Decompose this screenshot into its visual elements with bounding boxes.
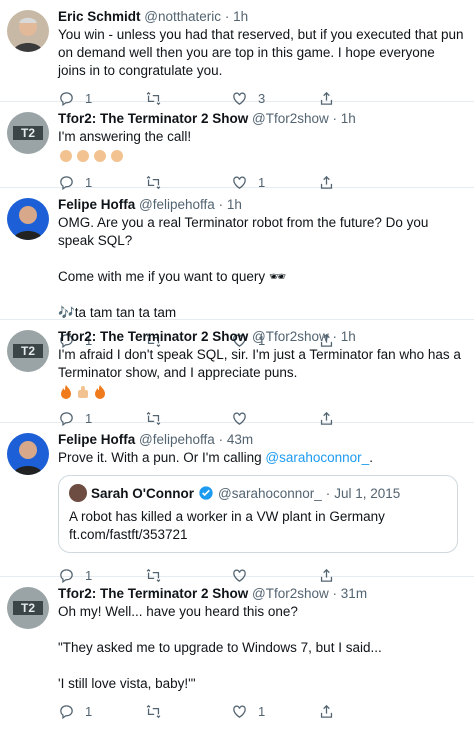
clap-emoji: [60, 150, 72, 162]
tweet-line: Prove it. With a pun. Or I'm calling: [58, 450, 266, 465]
emoji-row: [58, 148, 464, 164]
tweet[interactable]: Felipe Hoffa @felipehoffa · 1h OMG. Are …: [0, 188, 474, 348]
svg-text:T2: T2: [21, 601, 35, 615]
tweet-text: I'm answering the call!: [58, 128, 464, 146]
tweet-header: Felipe Hoffa @felipehoffa · 1h: [58, 196, 464, 213]
timestamp[interactable]: 31m: [341, 586, 367, 601]
author-name[interactable]: Felipe Hoffa: [58, 432, 135, 447]
separator: ·: [218, 432, 224, 447]
author-name[interactable]: Felipe Hoffa: [58, 197, 135, 212]
svg-text:T2: T2: [21, 344, 35, 358]
tweet[interactable]: Eric Schmidt @notthateric · 1h You win -…: [0, 0, 474, 106]
retweet-icon: [146, 704, 160, 718]
author-handle[interactable]: @felipehoffa: [139, 197, 215, 212]
clap-emoji: [94, 150, 106, 162]
svg-text:T2: T2: [21, 126, 35, 140]
tweet-thread: Eric Schmidt @notthateric · 1h You win -…: [0, 0, 474, 719]
avatar[interactable]: [7, 198, 49, 240]
timestamp[interactable]: 1h: [341, 111, 356, 126]
tweet-line: "They asked me to upgrade to Windows 7, …: [58, 640, 382, 655]
tweet-text: I'm afraid I don't speak SQL, sir. I'm j…: [58, 346, 464, 382]
author-name[interactable]: Eric Schmidt: [58, 9, 141, 24]
tweet[interactable]: T2 Tfor2: The Terminator 2 Show @Tfor2sh…: [0, 102, 474, 190]
separator: ·: [332, 329, 338, 344]
tweet-line: Come with me if you want to query 🕶: [58, 269, 286, 284]
author-handle[interactable]: @Tfor2show: [252, 329, 329, 344]
separator: ·: [332, 111, 338, 126]
tweet[interactable]: Felipe Hoffa @felipehoffa · 43m Prove it…: [0, 423, 474, 583]
separator: ·: [218, 197, 224, 212]
reply-icon: [60, 704, 73, 719]
tweet[interactable]: T2 Tfor2: The Terminator 2 Show @Tfor2sh…: [0, 320, 474, 426]
quoted-separator: ·: [325, 485, 331, 501]
quoted-date[interactable]: Jul 1, 2015: [334, 486, 400, 501]
tweet[interactable]: T2 Tfor2: The Terminator 2 Show @Tfor2sh…: [0, 577, 474, 719]
tweet-text: Oh my! Well... have you heard this one? …: [58, 603, 464, 693]
avatar[interactable]: T2: [7, 587, 49, 629]
separator: ·: [224, 9, 230, 24]
quoted-tweet-header: Sarah O'Connor @sarahoconnor_ · Jul 1, 2…: [69, 484, 447, 502]
author-name[interactable]: Tfor2: The Terminator 2 Show: [58, 329, 248, 344]
verified-badge-icon: [199, 486, 213, 500]
quoted-author-name[interactable]: Sarah O'Connor: [91, 486, 194, 501]
reply-count: 1: [85, 703, 93, 719]
author-handle[interactable]: @notthateric: [144, 9, 221, 24]
tweet-header: Eric Schmidt @notthateric · 1h: [58, 8, 464, 25]
timestamp[interactable]: 1h: [233, 9, 248, 24]
tweet-line: Oh my! Well... have you heard this one?: [58, 604, 298, 619]
mention-suffix: .: [369, 450, 373, 465]
quoted-tweet[interactable]: Sarah O'Connor @sarahoconnor_ · Jul 1, 2…: [58, 475, 458, 553]
author-handle[interactable]: @Tfor2show: [252, 586, 329, 601]
tweet-line: OMG. Are you a real Terminator robot fro…: [58, 215, 429, 248]
fire-emoji: [95, 385, 105, 399]
tweet-header: Tfor2: The Terminator 2 Show @Tfor2show …: [58, 110, 464, 127]
timestamp[interactable]: 1h: [227, 197, 242, 212]
share-button[interactable]: [318, 703, 405, 720]
tweet-header: Tfor2: The Terminator 2 Show @Tfor2show …: [58, 328, 464, 345]
reply-button[interactable]: 1: [58, 703, 145, 720]
clap-emoji: [77, 150, 89, 162]
tweet-header: Felipe Hoffa @felipehoffa · 43m: [58, 431, 464, 448]
tweet-text: You win - unless you had that reserved, …: [58, 26, 464, 80]
thumbs-up-emoji: [78, 386, 88, 398]
emoji-row: [58, 384, 464, 400]
quoted-avatar: [69, 484, 87, 502]
like-icon: [233, 705, 246, 718]
tweet-header: Tfor2: The Terminator 2 Show @Tfor2show …: [58, 585, 464, 602]
like-count: 1: [258, 703, 266, 719]
tweet-line: 'I still love vista, baby!'": [58, 676, 196, 691]
avatar[interactable]: T2: [7, 112, 49, 154]
tweet-line: I'm afraid I don't speak SQL, sir. I'm j…: [58, 347, 461, 380]
mention-link[interactable]: @sarahoconnor_: [265, 450, 369, 465]
author-handle[interactable]: @felipehoffa: [139, 432, 215, 447]
clap-emoji: [111, 150, 123, 162]
avatar[interactable]: T2: [7, 330, 49, 372]
timestamp[interactable]: 43m: [227, 432, 253, 447]
tweet-text: Prove it. With a pun. Or I'm calling @sa…: [58, 449, 464, 467]
tweet-text: OMG. Are you a real Terminator robot fro…: [58, 214, 464, 322]
author-name[interactable]: Tfor2: The Terminator 2 Show: [58, 586, 248, 601]
author-handle[interactable]: @Tfor2show: [252, 111, 329, 126]
fire-emoji: [61, 385, 71, 399]
quoted-tweet-text: A robot has killed a worker in a VW plan…: [69, 509, 385, 542]
tweet-line: You win - unless you had that reserved, …: [58, 27, 464, 78]
avatar[interactable]: [7, 433, 49, 475]
quoted-author-handle[interactable]: @sarahoconnor_: [218, 486, 322, 501]
share-icon: [320, 704, 332, 718]
timestamp[interactable]: 1h: [341, 329, 356, 344]
like-button[interactable]: 1: [231, 703, 318, 720]
retweet-button[interactable]: [145, 703, 232, 720]
action-bar: 1 1: [58, 693, 464, 729]
tweet-line: I'm answering the call!: [58, 129, 192, 144]
author-name[interactable]: Tfor2: The Terminator 2 Show: [58, 111, 248, 126]
separator: ·: [332, 586, 338, 601]
avatar[interactable]: [7, 10, 49, 52]
